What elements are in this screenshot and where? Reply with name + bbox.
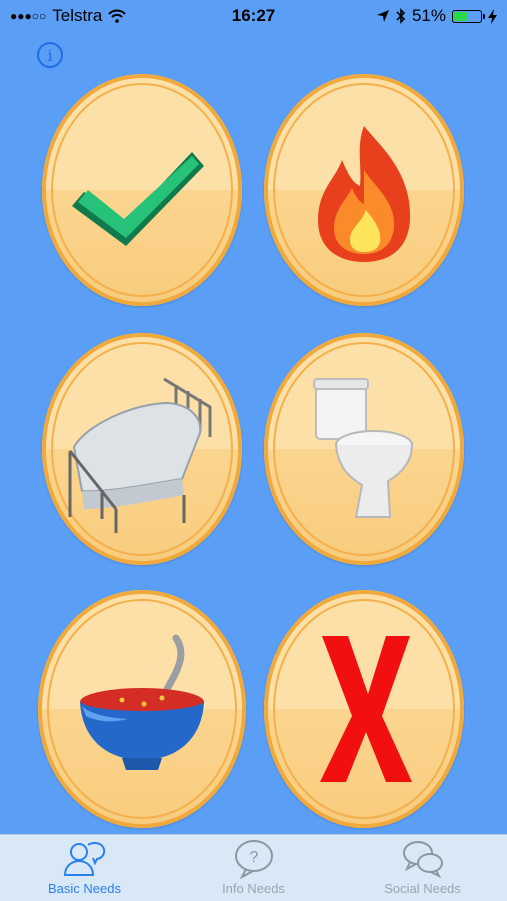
tab-label: Info Needs [222,881,285,896]
checkmark-icon [72,152,204,246]
question-bubble-icon: ? [234,840,273,879]
charging-bolt-icon [488,8,497,24]
battery-percent: 51% [411,6,446,25]
people-chat-icon [63,841,105,876]
soup-bowl-icon [80,634,204,770]
fire-icon [318,126,411,262]
cross-icon [320,636,412,782]
fire-button[interactable] [264,74,464,306]
chat-bubbles-icon [402,841,443,879]
tab-bar: Basic Needs ? Info Needs Social Needs [0,834,507,901]
tab-label: Basic Needs [48,881,121,896]
tab-social-needs[interactable]: Social Needs [338,835,507,901]
food-button[interactable] [38,590,246,828]
tab-basic-needs[interactable]: Basic Needs [0,835,169,901]
tab-info-needs[interactable]: ? Info Needs [169,835,338,901]
battery-icon [452,9,485,23]
bed-icon [68,377,212,533]
yes-button[interactable] [42,74,242,306]
status-right: 51% [376,6,497,26]
tab-label: Social Needs [384,881,461,896]
info-icon: i [47,45,53,65]
toilet-button[interactable] [264,333,464,565]
info-button[interactable]: i [37,42,63,68]
svg-text:?: ? [249,849,258,866]
toilet-icon [313,378,413,518]
bluetooth-icon [396,8,406,24]
no-button[interactable] [264,590,464,828]
bed-button[interactable] [42,333,242,565]
location-arrow-icon [376,10,389,22]
status-bar: ●●●○○ Telstra 16:27 51% [0,0,507,34]
